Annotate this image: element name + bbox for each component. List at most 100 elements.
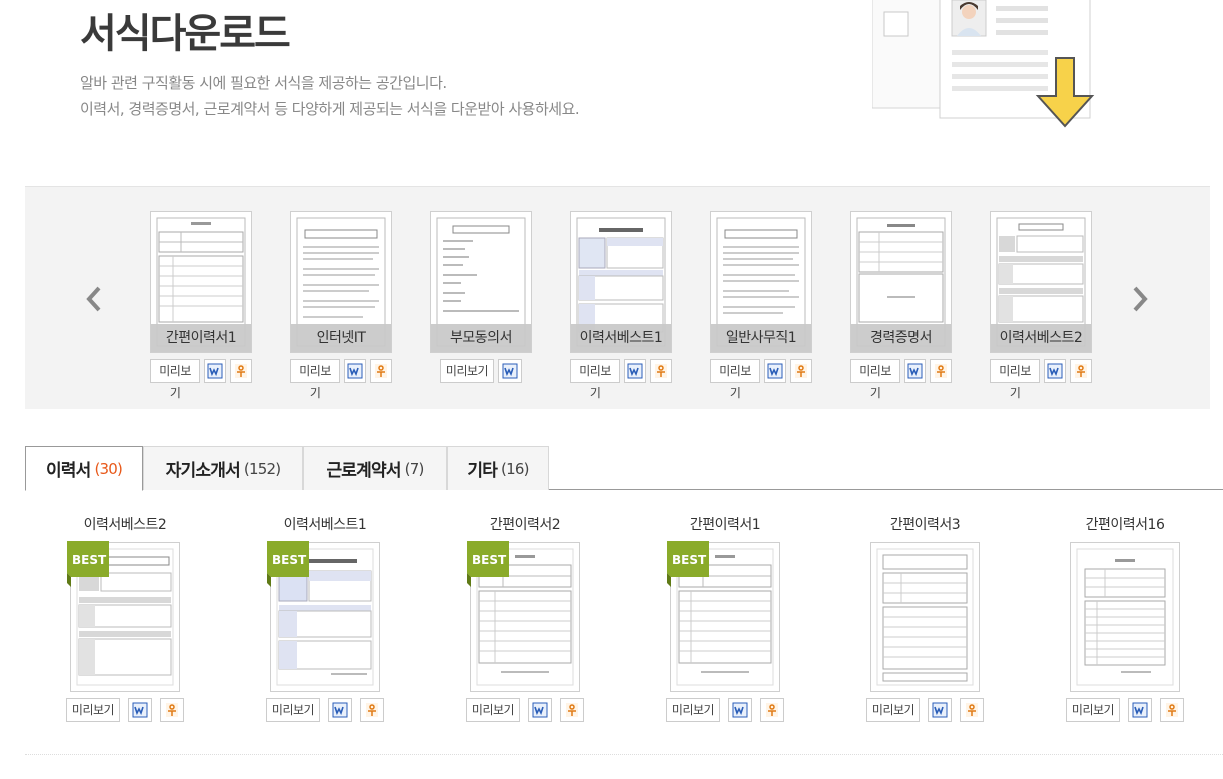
preview-button[interactable]: 미리보기: [990, 359, 1041, 400]
form-title[interactable]: 간편이력서1: [625, 514, 825, 536]
hwp-icon: [566, 703, 579, 717]
preview-button[interactable]: 미리보기: [1065, 698, 1121, 722]
category-tabs: 이력서 (30) 자기소개서 (152) 근로계약서 (7) 기타 (16): [25, 446, 1223, 491]
word-download-button[interactable]: [624, 359, 647, 383]
form-title[interactable]: 이력서베스트1: [225, 514, 425, 536]
word-download-button[interactable]: [344, 359, 367, 383]
form-label: 부모동의서: [431, 324, 531, 352]
best-badge-text: BEST: [672, 553, 707, 567]
hwp-download-button[interactable]: [760, 698, 785, 722]
hwp-download-button[interactable]: [650, 359, 672, 383]
carousel-item: 경력증명서 미리보기: [850, 211, 952, 400]
word-icon: [732, 702, 748, 718]
form-card: 이력서베스트1 BEST 미리보기: [225, 514, 425, 722]
resume-thumbnail-icon: [876, 548, 974, 686]
tab-resume[interactable]: 이력서 (30): [25, 446, 143, 491]
tab-count: (16): [501, 459, 529, 478]
tab-count: (30): [94, 459, 123, 478]
word-download-button[interactable]: [728, 698, 753, 722]
form-thumbnail[interactable]: 이력서베스트2: [990, 211, 1092, 353]
carousel-item: 일반사무직1 미리보기: [710, 211, 812, 400]
form-thumbnail[interactable]: 인터넷IT: [290, 211, 392, 353]
word-download-button[interactable]: [1044, 359, 1067, 383]
tab-other[interactable]: 기타 (16): [447, 446, 549, 490]
word-icon: [1047, 363, 1063, 379]
word-download-button[interactable]: [204, 359, 227, 383]
word-download-button[interactable]: [904, 359, 927, 383]
form-title[interactable]: 간편이력서16: [1025, 514, 1223, 536]
hwp-icon: [966, 703, 979, 717]
word-download-button[interactable]: [128, 698, 153, 722]
hwp-download-button[interactable]: [960, 698, 985, 722]
document-download-illustration: [872, 0, 1095, 128]
word-download-button[interactable]: [328, 698, 353, 722]
tab-cover-letter[interactable]: 자기소개서 (152): [143, 446, 303, 490]
description-line-1: 알바 관련 구직활동 시에 필요한 서식을 제공하는 공간입니다.: [80, 74, 447, 92]
page-header: 서식다운로드 알바 관련 구직활동 시에 필요한 서식을 제공하는 공간입니다.…: [0, 0, 1223, 186]
form-thumbnail[interactable]: BEST: [667, 541, 780, 692]
form-thumbnail[interactable]: 경력증명서: [850, 211, 952, 353]
form-thumbnail[interactable]: 일반사무직1: [710, 211, 812, 353]
word-download-button[interactable]: [498, 359, 523, 383]
best-badge-text: BEST: [72, 553, 107, 567]
form-label: 경력증명서: [851, 324, 951, 352]
carousel-item: 이력서베스트2 미리보기: [990, 211, 1092, 400]
hwp-icon: [375, 364, 388, 378]
preview-button[interactable]: 미리보기: [865, 698, 921, 722]
form-title[interactable]: 간편이력서2: [425, 514, 625, 536]
hwp-download-button[interactable]: [930, 359, 952, 383]
best-badge: BEST: [267, 541, 309, 587]
form-thumbnail[interactable]: [870, 542, 980, 692]
hwp-download-button[interactable]: [560, 698, 585, 722]
form-thumbnail[interactable]: 간편이력서1: [150, 211, 252, 353]
preview-button[interactable]: 미리보기: [665, 698, 721, 722]
form-card: 간편이력서16 미리보기: [1025, 514, 1223, 722]
form-label: 일반사무직1: [711, 324, 811, 352]
preview-button[interactable]: 미리보기: [570, 359, 621, 400]
form-thumbnail[interactable]: 부모동의서: [430, 211, 532, 353]
hwp-download-button[interactable]: [1160, 698, 1185, 722]
tab-label: 근로계약서: [326, 461, 401, 481]
preview-button[interactable]: 미리보기: [265, 698, 321, 722]
tab-label: 기타: [467, 461, 498, 481]
hwp-download-button[interactable]: [230, 359, 252, 383]
hwp-download-button[interactable]: [370, 359, 392, 383]
preview-button[interactable]: 미리보기: [290, 359, 341, 400]
preview-button[interactable]: 미리보기: [439, 359, 495, 383]
carousel-item: 간편이력서1 미리보기: [150, 211, 252, 400]
preview-button[interactable]: 미리보기: [150, 359, 201, 400]
hwp-download-button[interactable]: [360, 698, 385, 722]
form-thumbnail[interactable]: BEST: [467, 541, 580, 692]
hwp-download-button[interactable]: [790, 359, 812, 383]
form-thumbnail[interactable]: BEST: [267, 541, 380, 692]
description-line-2: 이력서, 경력증명서, 근로계약서 등 다양하게 제공되는 서식을 다운받아 사…: [80, 100, 580, 118]
preview-button[interactable]: 미리보기: [65, 698, 121, 722]
form-title[interactable]: 이력서베스트2: [25, 514, 225, 536]
word-download-button[interactable]: [1128, 698, 1153, 722]
carousel-next-button[interactable]: [1125, 279, 1155, 319]
tab-labor-contract[interactable]: 근로계약서 (7): [303, 446, 447, 490]
best-badge: BEST: [667, 541, 709, 587]
form-thumbnail[interactable]: [1070, 542, 1180, 692]
carousel-item: 이력서베스트1 미리보기: [570, 211, 672, 400]
preview-button[interactable]: 미리보기: [465, 698, 521, 722]
word-download-button[interactable]: [764, 359, 787, 383]
form-label: 이력서베스트1: [571, 324, 671, 352]
form-thumbnail[interactable]: 이력서베스트1: [570, 211, 672, 353]
hwp-download-button[interactable]: [160, 698, 185, 722]
preview-button[interactable]: 미리보기: [850, 359, 901, 400]
form-card: 간편이력서2 BEST 미리보기: [425, 514, 625, 722]
section-divider: [25, 754, 1223, 755]
form-title[interactable]: 간편이력서3: [825, 514, 1025, 536]
carousel-prev-button[interactable]: [79, 279, 109, 319]
best-badge: BEST: [467, 541, 509, 587]
resume-thumbnail-icon: [1076, 548, 1174, 686]
form-thumbnail[interactable]: BEST: [67, 541, 180, 692]
word-download-button[interactable]: [928, 698, 953, 722]
preview-button[interactable]: 미리보기: [710, 359, 761, 400]
word-download-button[interactable]: [528, 698, 553, 722]
word-icon: [627, 363, 643, 379]
word-icon: [767, 363, 783, 379]
word-icon: [932, 702, 948, 718]
hwp-download-button[interactable]: [1070, 359, 1092, 383]
